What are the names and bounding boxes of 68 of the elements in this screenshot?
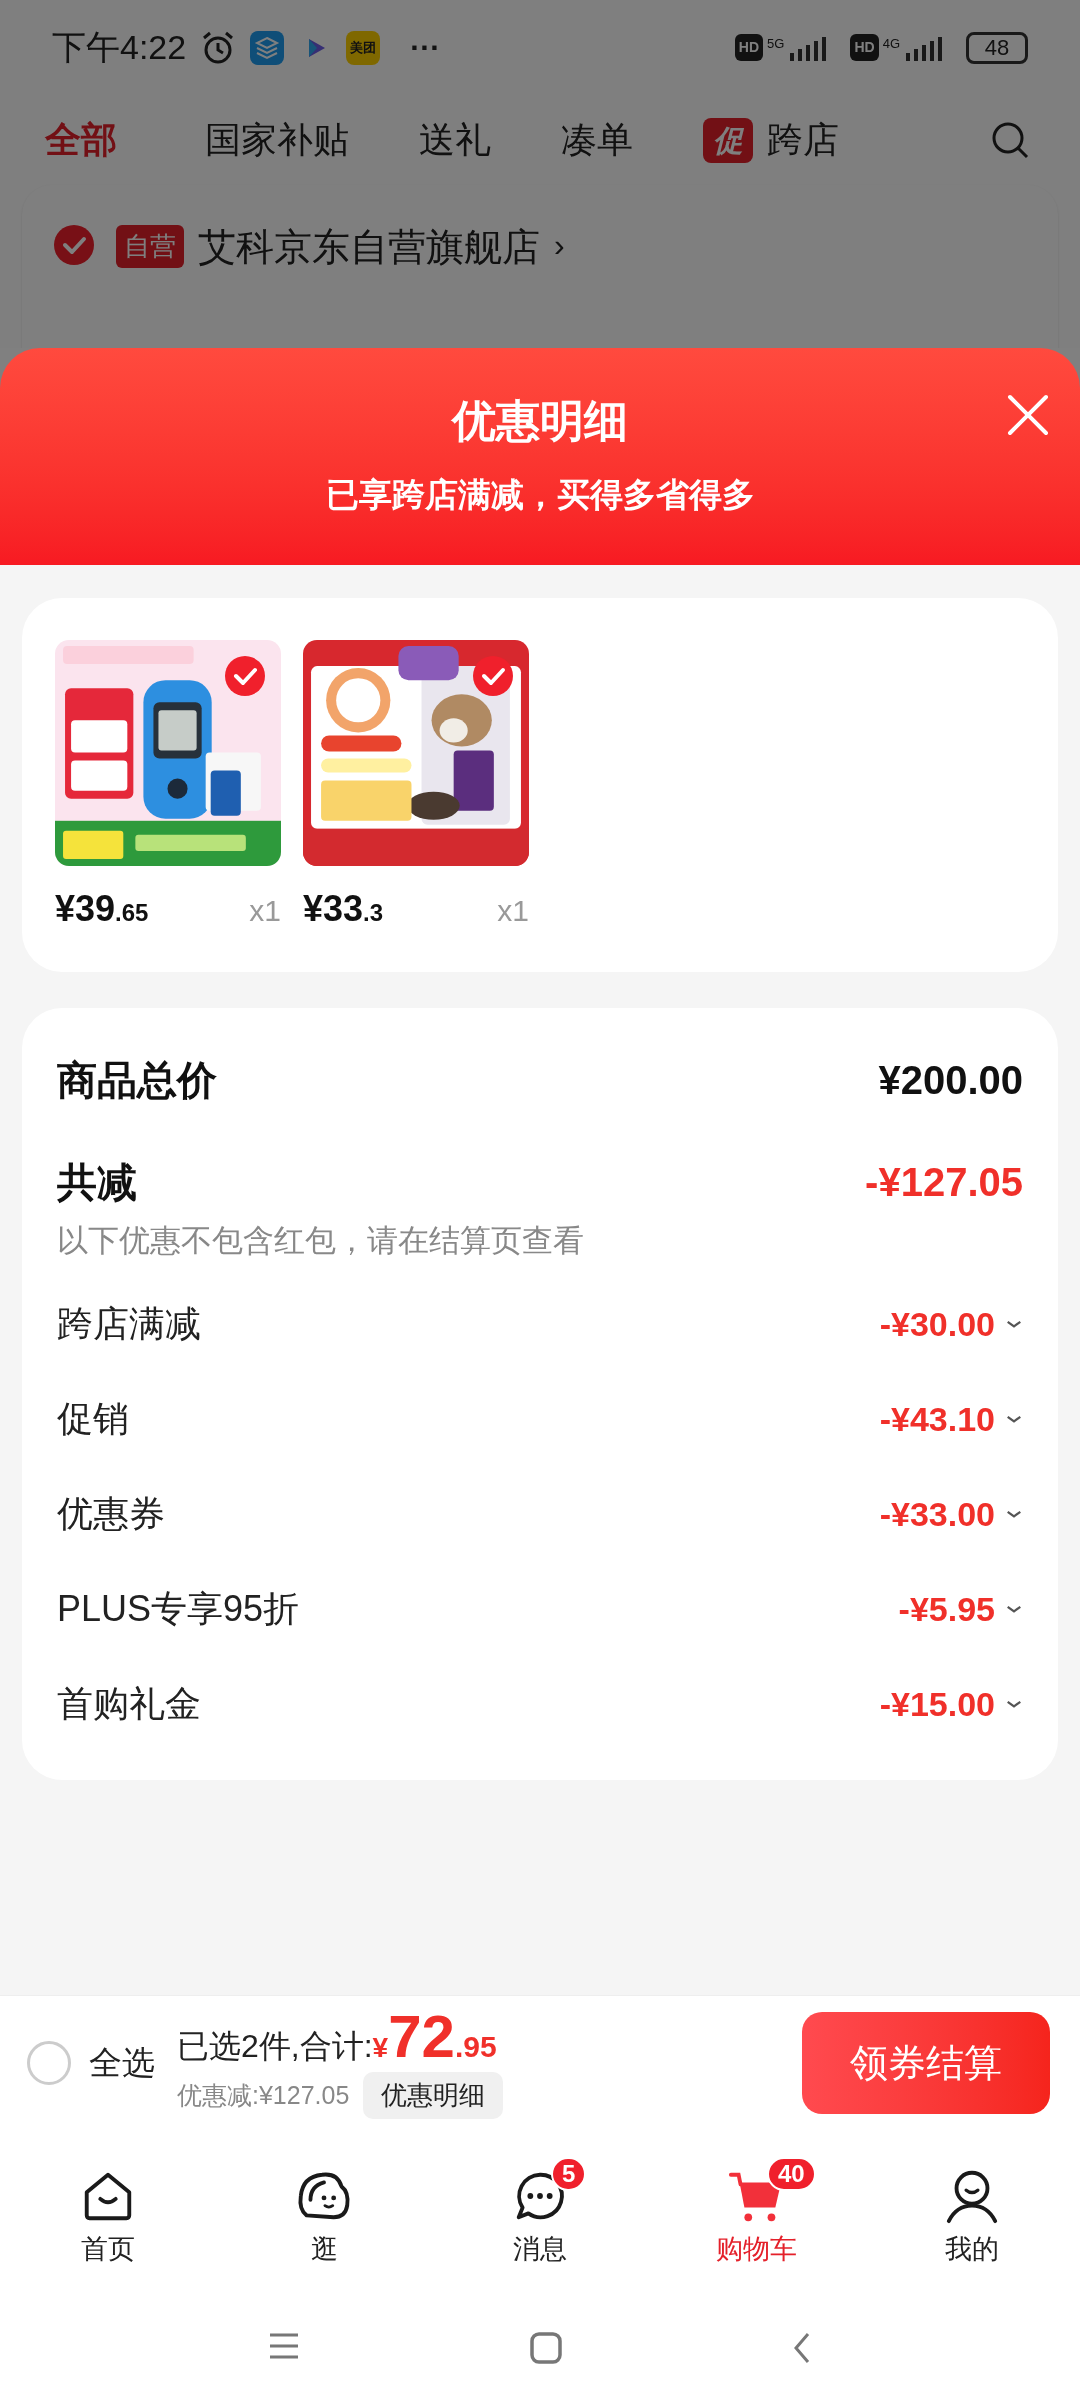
search-icon[interactable] <box>990 120 1030 160</box>
total-amount: ¥72.95 <box>372 2007 497 2069</box>
hd-indicator: HD <box>734 34 764 61</box>
note-text: 以下优惠不包含红包，请在结算页查看 <box>57 1222 585 1260</box>
discount-value: -¥43.10 <box>879 1398 995 1440</box>
meituan-app-icon[interactable]: 美团 <box>346 30 381 65</box>
count-badge: 5 <box>551 2156 587 2191</box>
tab[interactable]: 送礼 <box>419 113 491 167</box>
chevron-icon: › <box>554 225 565 265</box>
discount-label: 促销 <box>57 1397 129 1441</box>
discount-value: -¥15.00 <box>879 1683 995 1725</box>
battery-indicator: 48 <box>966 31 1028 64</box>
discount-value: -¥30.00 <box>879 1303 995 1345</box>
discount-value: -¥5.95 <box>898 1588 995 1630</box>
sheet-subtitle: 已享跨店满减，买得多省得多 <box>325 475 755 515</box>
count-badge: 40 <box>767 2156 816 2191</box>
discount-label: 跨店满减 <box>57 1302 201 1346</box>
chevron-down-icon[interactable] <box>1005 1318 1023 1330</box>
home-square-icon[interactable] <box>530 2332 562 2364</box>
reduction-value: -¥127.05 <box>865 1159 1023 1206</box>
saved-amount: 优惠减:¥127.05 <box>177 2079 350 2111</box>
checkout-button[interactable]: 领券结算 <box>802 2012 1050 2114</box>
tab[interactable]: 全部 <box>45 113 117 167</box>
chevron-down-icon[interactable] <box>1005 1508 1023 1520</box>
check-icon[interactable] <box>225 656 265 696</box>
check-icon[interactable] <box>473 656 513 696</box>
product-price: ¥39.65 <box>55 887 149 931</box>
product-price: ¥33.3 <box>303 887 384 931</box>
self-operated-badge: 自营 <box>116 225 184 268</box>
nav-tab[interactable]: 逛 <box>216 2150 432 2270</box>
discount-label: 优惠券 <box>57 1492 165 1536</box>
check-icon[interactable] <box>54 225 94 265</box>
selected-summary: 已选2件,合计: <box>177 2027 373 2066</box>
total-value: ¥200.00 <box>878 1057 1023 1104</box>
nav-tab[interactable]: 5 消息 <box>432 2150 648 2270</box>
total-label: 商品总价 <box>57 1057 217 1104</box>
discount-detail-button[interactable]: 优惠明细 <box>363 2072 504 2119</box>
chevron-down-icon[interactable] <box>1005 1413 1023 1425</box>
discount-label: PLUS专享95折 <box>57 1587 300 1631</box>
nav-tab[interactable]: 40 购物车 <box>648 2150 864 2270</box>
nav-tab[interactable]: 我的 <box>864 2150 1080 2270</box>
discount-value: -¥33.00 <box>879 1493 995 1535</box>
chevron-down-icon[interactable] <box>1005 1603 1023 1615</box>
store-name[interactable]: 艾科京东自营旗舰店 <box>198 225 540 269</box>
quantity: x1 <box>249 893 281 929</box>
reduction-label: 共减 <box>57 1159 137 1206</box>
hd-indicator: HD <box>850 34 879 61</box>
quantity: x1 <box>497 893 529 929</box>
menu-icon[interactable] <box>268 2332 300 2360</box>
checkbox[interactable] <box>27 2041 71 2085</box>
close-icon[interactable] <box>1006 393 1050 437</box>
tab[interactable]: 跨店 <box>767 113 839 167</box>
more-notifications: ··· <box>410 30 441 66</box>
chevron-down-icon[interactable] <box>1005 1698 1023 1710</box>
network-type: 4G <box>882 35 900 53</box>
signal-icon <box>788 37 829 61</box>
back-icon[interactable] <box>792 2332 812 2364</box>
signal-icon <box>904 37 944 61</box>
sheet-title: 优惠明细 <box>452 395 628 447</box>
select-all-label[interactable]: 全选 <box>89 2038 155 2088</box>
nav-tab[interactable]: 首页 <box>0 2150 216 2270</box>
tab[interactable]: 凑单 <box>561 113 633 167</box>
layers-app-icon[interactable] <box>250 30 285 65</box>
clock-time: 下午4:22 <box>52 27 187 68</box>
promo-badge: 促 <box>703 117 753 163</box>
discount-label: 首购礼金 <box>57 1682 201 1726</box>
tab[interactable]: 国家补贴 <box>205 113 349 167</box>
network-type: 5G <box>767 35 785 53</box>
